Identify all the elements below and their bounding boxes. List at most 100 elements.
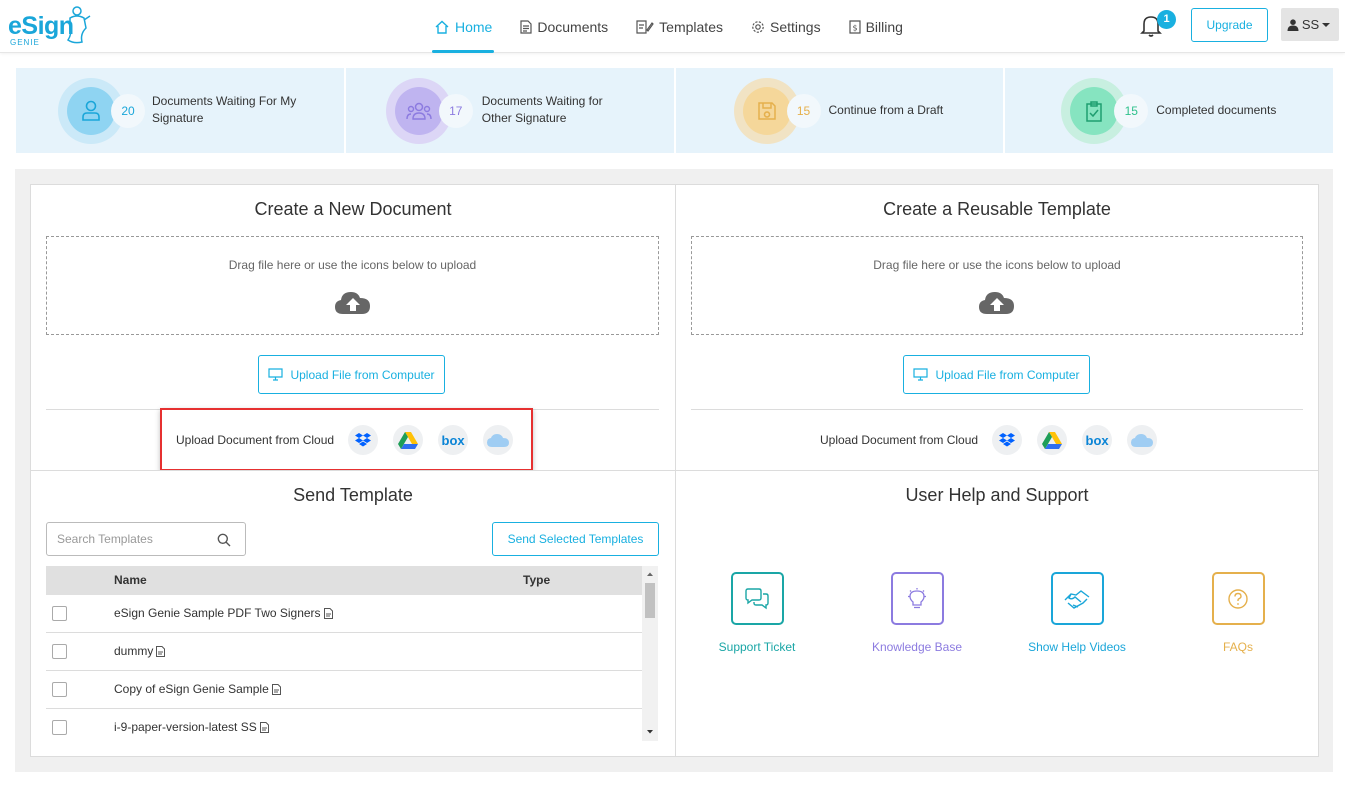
stat-label-line1: Continue from a Draft [828, 103, 944, 117]
search-icon[interactable] [217, 533, 231, 547]
nav-home-label: Home [455, 18, 493, 35]
scroll-up-arrow-icon[interactable] [642, 568, 658, 580]
pdf-file-icon [323, 607, 333, 619]
faqs-tile[interactable] [1211, 572, 1265, 625]
user-icon [82, 100, 100, 121]
stat-icon-circle [1070, 87, 1119, 135]
icloud-button[interactable] [1127, 425, 1158, 455]
monitor-icon [913, 368, 929, 381]
faqs-link[interactable]: FAQs [1168, 572, 1308, 654]
gear-icon [752, 20, 764, 33]
scroll-down-arrow-icon[interactable] [642, 726, 658, 738]
help-support-title: User Help and Support [905, 485, 1089, 505]
search-templates-input[interactable] [57, 532, 207, 546]
home-icon [435, 20, 449, 34]
template-dropzone[interactable]: Drag file here or use the icons below to… [691, 236, 1303, 335]
column-header-type[interactable]: Type [523, 573, 550, 587]
stat-label: Documents Waiting For My Signature [152, 93, 296, 127]
stat-label-line2: Signature [152, 111, 204, 125]
help-support-panel: User Help and Support Support Ticket Kno… [675, 470, 1319, 757]
support-ticket-label: Support Ticket [718, 640, 796, 654]
template-name-text: dummy [114, 644, 154, 658]
nav-documents[interactable]: Documents [506, 0, 622, 53]
user-menu-button[interactable]: SS [1281, 8, 1339, 41]
stat-label: Continue from a Draft [829, 102, 944, 119]
stat-label: Documents Waiting for Other Signature [482, 93, 603, 127]
nav-templates[interactable]: Templates [622, 0, 737, 53]
stat-waiting-other-signature[interactable]: 17 Documents Waiting for Other Signature [345, 68, 674, 153]
support-ticket-link[interactable]: Support Ticket [687, 572, 827, 654]
knowledge-base-tile[interactable] [890, 572, 944, 625]
stat-icon-circle [394, 87, 443, 135]
cloud-upload-icon [334, 292, 370, 314]
stat-continue-draft[interactable]: 15 Continue from a Draft [675, 68, 1004, 153]
nav-billing[interactable]: $ Billing [835, 0, 917, 53]
send-template-panel: Send Template Send Selected Templates Na… [30, 470, 676, 757]
row-checkbox[interactable] [52, 720, 67, 735]
template-name: Copy of eSign Genie Sample [114, 682, 281, 696]
nav-home[interactable]: Home [420, 0, 506, 53]
cloud-upload-highlight-box [160, 408, 533, 471]
cloud-upload-icon [979, 292, 1014, 314]
send-selected-templates-button[interactable]: Send Selected Templates [492, 522, 659, 556]
template-name: i-9-paper-version-latest SS [114, 720, 269, 734]
nav-templates-label: Templates [659, 18, 723, 35]
pdf-file-icon [259, 721, 269, 733]
table-header: Name Type [46, 566, 642, 595]
box-icon: box [1085, 432, 1109, 448]
new-document-panel: Create a New Document Drag file here or … [30, 184, 676, 471]
users-icon [406, 102, 432, 120]
stat-count: 17 [438, 94, 473, 128]
upload-from-computer-button[interactable]: Upload File from Computer [258, 355, 445, 394]
support-ticket-tile[interactable] [730, 572, 784, 625]
dropzone-hint: Drag file here or use the icons below to… [228, 258, 477, 272]
help-videos-link[interactable]: Show Help Videos [1007, 572, 1147, 654]
table-row[interactable]: eSign Genie Sample PDF Two Signers [46, 595, 642, 633]
nav-documents-label: Documents [537, 18, 609, 35]
row-checkbox[interactable] [52, 682, 67, 697]
nav-settings[interactable]: Settings [737, 0, 835, 53]
knowledge-base-link[interactable]: Knowledge Base [847, 572, 987, 654]
genie-figure-icon [66, 6, 91, 44]
google-drive-icon [1042, 431, 1063, 449]
reusable-template-title: Create a Reusable Template [883, 199, 1111, 219]
upload-button-label: Upload File from Computer [290, 367, 435, 382]
table-row[interactable]: i-9-paper-version-latest SS [46, 709, 642, 741]
cloud-upload-label: Upload Document from Cloud [820, 433, 979, 447]
stat-label-line2: Other Signature [481, 111, 567, 125]
top-navigation-bar: eSign GENIE Home Documents Templates Set… [0, 0, 1345, 53]
table-row[interactable]: Copy of eSign Genie Sample [46, 671, 642, 709]
box-button[interactable]: box [1082, 425, 1113, 455]
stat-completed-documents[interactable]: 15 Completed documents [1005, 68, 1333, 153]
nav-billing-label: Billing [865, 18, 903, 35]
template-upload-from-computer-button[interactable]: Upload File from Computer [903, 355, 1090, 394]
column-header-name[interactable]: Name [114, 573, 147, 587]
template-cloud-upload-row: Upload Document from Cloud box [820, 425, 1172, 455]
send-template-title: Send Template [293, 485, 413, 505]
dropbox-icon [999, 433, 1016, 447]
template-name-text: eSign Genie Sample PDF Two Signers [114, 606, 321, 620]
upgrade-button[interactable]: Upgrade [1191, 8, 1268, 42]
main-nav: Home Documents Templates Settings $ Bill… [420, 0, 917, 53]
google-drive-button[interactable] [1037, 425, 1068, 455]
stats-bar: 20 Documents Waiting For My Signature 17… [16, 68, 1333, 153]
stat-icon-circle [67, 87, 115, 135]
handshake-icon [1064, 589, 1090, 609]
dropbox-button[interactable] [992, 425, 1023, 455]
stat-label-line1: Documents Waiting For My [152, 94, 297, 108]
logo-subtext: GENIE [10, 38, 40, 47]
template-name: eSign Genie Sample PDF Two Signers [114, 606, 333, 620]
esign-genie-logo[interactable]: eSign GENIE [8, 4, 91, 48]
row-checkbox[interactable] [52, 644, 67, 659]
lightbulb-icon [908, 587, 926, 608]
table-row[interactable]: dummy [46, 633, 642, 671]
stat-waiting-my-signature[interactable]: 20 Documents Waiting For My Signature [16, 68, 344, 153]
help-videos-tile[interactable] [1050, 572, 1104, 625]
dropzone-hint: Drag file here or use the icons below to… [873, 258, 1121, 272]
search-templates-box[interactable] [46, 522, 246, 556]
new-document-dropzone[interactable]: Drag file here or use the icons below to… [46, 236, 659, 335]
scroll-thumb[interactable] [645, 583, 655, 618]
row-checkbox[interactable] [52, 606, 67, 621]
table-scrollbar[interactable] [642, 566, 658, 741]
question-circle-icon [1228, 588, 1248, 609]
